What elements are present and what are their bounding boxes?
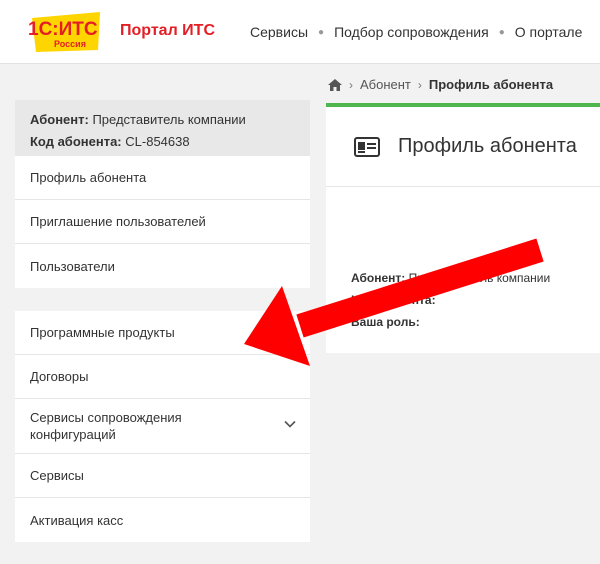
sidebar-item-label: Приглашение пользователей — [30, 214, 206, 229]
sidebar-item-software-products[interactable]: Программные продукты — [15, 311, 310, 355]
sidebar-item-users[interactable]: Пользователи — [15, 244, 310, 288]
sidebar-menu-account: Профиль абонента Приглашение пользовател… — [15, 156, 310, 288]
nav-support-selection[interactable]: Подбор сопровождения — [334, 24, 489, 40]
top-nav: Сервисы ● Подбор сопровождения ● О порта… — [250, 24, 582, 40]
nav-services[interactable]: Сервисы — [250, 24, 308, 40]
sidebar-item-invite-users[interactable]: Приглашение пользователей — [15, 200, 310, 244]
profile-role-label: Ваша роль: — [351, 315, 420, 329]
account-code: Код абонента: CL-854638 — [30, 131, 295, 153]
account-info: Абонент: Представитель компании Код абон… — [15, 100, 310, 156]
sidebar-item-label: Программные продукты — [30, 325, 175, 340]
portal-title[interactable]: Портал ИТС — [120, 22, 215, 40]
subscriber-value: Представитель компании — [92, 112, 246, 127]
sidebar-item-label: Профиль абонента — [30, 170, 147, 185]
profile-code-label: Код абонента: — [351, 293, 436, 307]
sidebar-item-label: Сервисы — [30, 468, 84, 483]
chevron-right-icon: › — [349, 77, 353, 92]
breadcrumb-subscriber[interactable]: Абонент — [360, 77, 411, 92]
sidebar-item-profile[interactable]: Профиль абонента — [15, 156, 310, 200]
profile-card-body: Абонент: Представитель компании Код абон… — [351, 267, 550, 333]
sidebar-item-label: Сервисы сопровождения конфигураций — [30, 410, 182, 442]
breadcrumb: › Абонент › Профиль абонента — [328, 77, 553, 92]
sidebar-item-label: Договоры — [30, 369, 89, 384]
nav-separator: ● — [498, 26, 505, 38]
profile-code-row: Код абонента: — [351, 289, 550, 311]
logo-1c-its[interactable]: 1С:ИТС Россия — [26, 10, 104, 54]
breadcrumb-current: Профиль абонента — [428, 77, 554, 92]
sidebar-item-config-support-services[interactable]: Сервисы сопровождения конфигураций — [15, 399, 310, 454]
sidebar-menu-products: Программные продукты Договоры Сервисы со… — [15, 311, 310, 542]
nav-separator: ● — [318, 26, 325, 38]
chevron-down-icon[interactable] — [284, 418, 296, 430]
profile-subscriber-row: Абонент: Представитель компании — [351, 267, 550, 289]
sidebar-item-label: Активация касс — [30, 512, 124, 528]
home-icon[interactable] — [328, 78, 342, 91]
sidebar-item-label: Пользователи — [30, 258, 115, 274]
subscriber-label: Абонент: — [30, 112, 89, 127]
profile-subscriber-value: Представитель компании — [408, 271, 551, 285]
profile-subscriber-label: Абонент: — [351, 271, 406, 285]
top-bar: 1С:ИТС Россия Портал ИТС Сервисы ● Подбо… — [0, 0, 600, 64]
sidebar-item-cash-activation[interactable]: Активация касс — [15, 498, 310, 542]
svg-text:1С:ИТС: 1С:ИТС — [28, 19, 98, 40]
profile-card-title: Профиль абонента — [398, 135, 577, 157]
profile-card-header: Профиль абонента — [326, 107, 600, 187]
account-subscriber: Абонент: Представитель компании — [30, 109, 295, 131]
chevron-right-icon: › — [417, 77, 422, 92]
sidebar-item-services[interactable]: Сервисы — [15, 454, 310, 498]
nav-about[interactable]: О портале — [515, 24, 583, 40]
code-label: Код абонента: — [30, 134, 122, 149]
code-value: CL-854638 — [125, 134, 190, 149]
sidebar-item-contracts[interactable]: Договоры — [15, 355, 310, 399]
svg-text:Россия: Россия — [54, 39, 86, 49]
id-card-icon — [354, 136, 380, 157]
profile-card: Профиль абонента Абонент: Представитель … — [326, 103, 600, 353]
profile-role-row: Ваша роль: — [351, 311, 550, 333]
